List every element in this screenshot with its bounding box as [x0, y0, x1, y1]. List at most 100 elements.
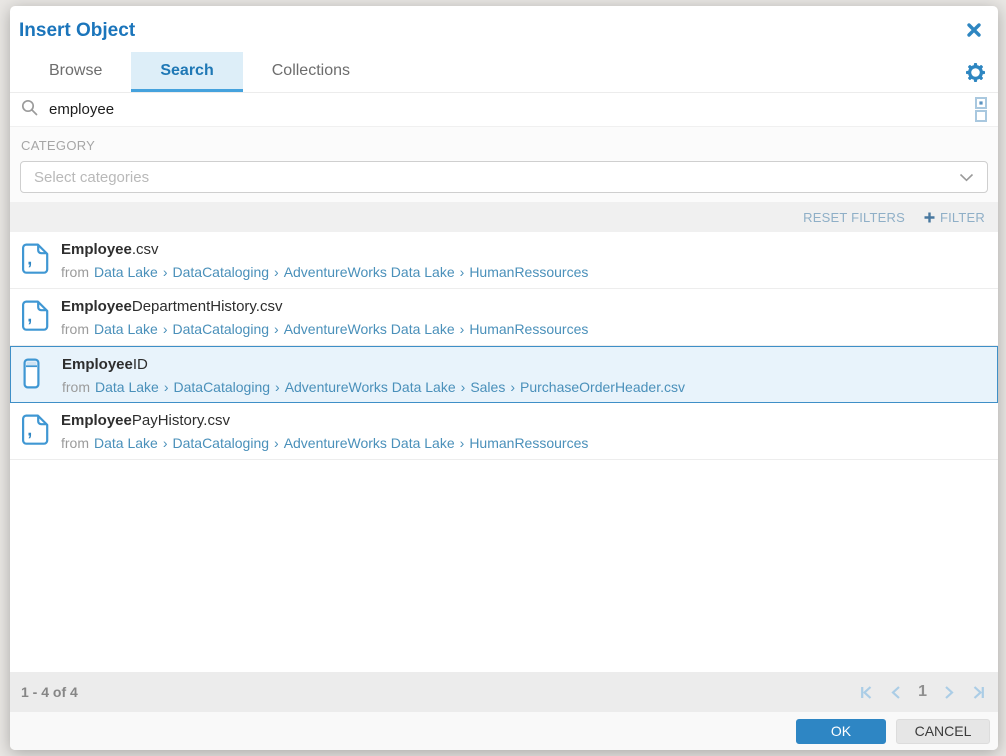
results-empty-area — [10, 460, 998, 672]
tab-search[interactable]: Search — [131, 52, 242, 92]
path-separator: › — [163, 321, 168, 337]
add-filter-button[interactable]: FILTER — [924, 210, 985, 225]
result-title-rest: ID — [133, 356, 148, 373]
path-separator: › — [460, 435, 465, 451]
path-segment: AdventureWorks Data Lake — [284, 264, 455, 280]
svg-text:,: , — [27, 249, 32, 269]
result-title: EmployeePayHistory.csv — [61, 411, 588, 431]
result-path: fromData Lake›DataCataloging›AdventureWo… — [61, 320, 588, 339]
result-title: EmployeeID — [62, 355, 685, 375]
list-item[interactable]: ,Employee.csvfromData Lake›DataCatalogin… — [10, 232, 998, 289]
category-select[interactable]: Select categories — [20, 161, 988, 193]
pagination-range: 1 - 4 of 4 — [21, 684, 78, 700]
result-body: EmployeeDepartmentHistory.csv from Data La… — [61, 297, 588, 339]
path-segment: HumanRessources — [469, 435, 588, 451]
path-segment: DataCataloging — [174, 379, 271, 395]
path-segment: AdventureWorks Data Lake — [284, 321, 455, 337]
svg-text:,: , — [27, 306, 32, 326]
path-segment: Data Lake — [95, 379, 159, 395]
search-icon — [21, 99, 38, 121]
path-segment: AdventureWorks Data Lake — [284, 435, 455, 451]
path-segment: HumanRessources — [469, 321, 588, 337]
next-page-button[interactable] — [943, 685, 955, 700]
path-separator: › — [163, 435, 168, 451]
result-title-rest: .csv — [132, 241, 159, 258]
result-title-match: Employee — [61, 241, 132, 258]
result-title: EmployeeDepartmentHistory.csv — [61, 297, 588, 317]
result-body: EmployeeIDfromData Lake›DataCataloging›A… — [62, 355, 685, 397]
tab-search-label: Search — [160, 62, 213, 80]
tab-bar: Browse Search Collections — [10, 52, 998, 93]
path-separator: › — [510, 379, 515, 395]
last-page-button[interactable] — [970, 685, 985, 700]
reset-filters-button[interactable]: RESET FILTERS — [803, 210, 905, 225]
result-path: fromData Lake›DataCataloging›AdventureWo… — [62, 378, 685, 397]
csv-file-icon: , — [22, 300, 52, 336]
list-item[interactable]: EmployeeIDfromData Lake›DataCataloging›A… — [10, 346, 998, 403]
result-title-rest: PayHistory.csv — [132, 412, 230, 429]
path-separator: › — [274, 264, 279, 280]
result-body: EmployeePayHistory.csvfromData Lake›Data… — [61, 411, 588, 453]
result-title-match: Employee — [61, 298, 132, 315]
gear-icon[interactable] — [966, 52, 998, 92]
search-bar — [10, 93, 998, 126]
close-icon[interactable] — [962, 20, 986, 45]
path-segment: DataCataloging — [173, 321, 270, 337]
pagination-bar: 1 - 4 of 4 1 — [10, 672, 998, 712]
previous-page-button[interactable] — [890, 685, 902, 700]
tab-collections[interactable]: Collections — [243, 52, 379, 92]
view-toggle-icon[interactable] — [969, 97, 987, 122]
path-segment: AdventureWorks Data Lake — [285, 379, 456, 395]
from-label: from — [61, 264, 89, 280]
path-segment: HumanRessources — [469, 264, 588, 280]
path-segment: Sales — [470, 379, 505, 395]
path-separator: › — [274, 321, 279, 337]
insert-object-dialog: Insert Object Browse Search Collections — [10, 6, 998, 750]
path-segment: DataCataloging — [173, 264, 270, 280]
cancel-button[interactable]: CANCEL — [896, 719, 990, 744]
result-title-match: Employee — [61, 412, 132, 429]
path-separator: › — [460, 321, 465, 337]
result-title: Employee.csv — [61, 240, 588, 260]
current-page-number: 1 — [918, 683, 927, 701]
from-label: from — [61, 321, 89, 337]
tab-browse[interactable]: Browse — [20, 52, 131, 92]
path-separator: › — [275, 379, 280, 395]
search-results-list: ,Employee.csvfromData Lake›DataCatalogin… — [10, 232, 998, 460]
dialog-header: Insert Object — [10, 6, 998, 45]
plus-icon — [924, 212, 935, 223]
tab-browse-label: Browse — [49, 62, 102, 80]
ok-button[interactable]: OK — [796, 719, 886, 744]
path-segment: Data Lake — [94, 321, 158, 337]
csv-file-icon: , — [22, 243, 52, 279]
path-segment: DataCataloging — [173, 435, 270, 451]
path-separator: › — [460, 264, 465, 280]
path-segment: Data Lake — [94, 264, 158, 280]
result-path: fromData Lake›DataCataloging›AdventureWo… — [61, 434, 588, 453]
pager-controls: 1 — [860, 683, 985, 701]
column-icon — [23, 358, 53, 394]
path-segment: Data Lake — [94, 435, 158, 451]
result-title-match: Employee — [62, 356, 133, 373]
svg-text:,: , — [27, 420, 32, 440]
path-separator: › — [274, 435, 279, 451]
from-label: from — [61, 435, 89, 451]
dialog-footer: OK CANCEL — [10, 712, 998, 750]
first-page-button[interactable] — [860, 685, 875, 700]
chevron-down-icon — [959, 173, 974, 182]
category-filter-section: CATEGORY Select categories — [10, 126, 998, 202]
from-label: from — [62, 379, 90, 395]
add-filter-label: FILTER — [940, 210, 985, 225]
filter-actions-bar: RESET FILTERS FILTER — [10, 202, 998, 232]
list-item[interactable]: , EmployeeDepartmentHistory.csv from Data L… — [10, 289, 998, 346]
csv-file-icon: , — [22, 414, 52, 450]
category-select-placeholder: Select categories — [34, 169, 149, 186]
tab-collections-label: Collections — [272, 62, 350, 80]
search-input[interactable] — [47, 100, 969, 119]
list-item[interactable]: ,EmployeePayHistory.csvfromData Lake›Dat… — [10, 403, 998, 460]
result-body: Employee.csvfromData Lake›DataCataloging… — [61, 240, 588, 282]
path-separator: › — [164, 379, 169, 395]
path-separator: › — [163, 264, 168, 280]
category-label: CATEGORY — [21, 138, 988, 153]
path-segment: PurchaseOrderHeader.csv — [520, 379, 685, 395]
